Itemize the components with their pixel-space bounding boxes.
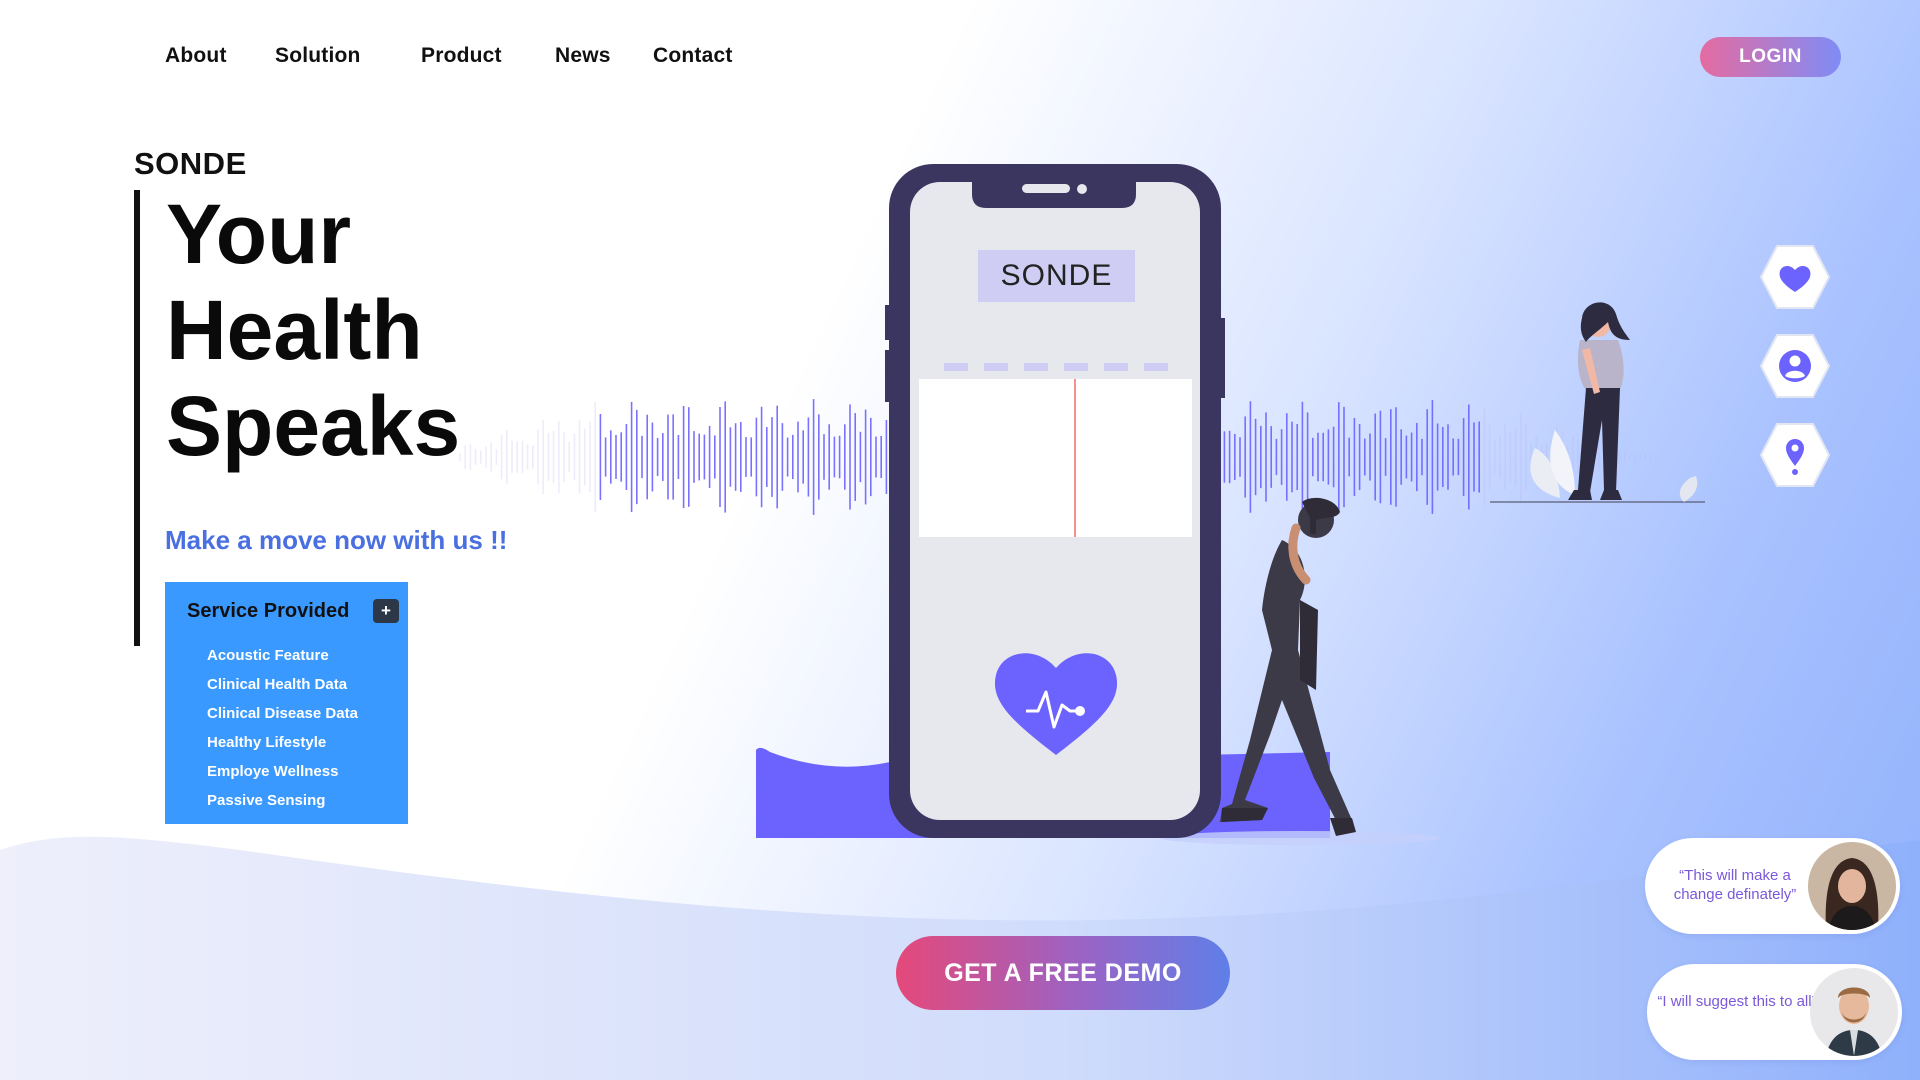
standing-woman-illustration <box>1490 302 1705 503</box>
location-pin-icon[interactable] <box>1759 422 1831 488</box>
get-free-demo-button[interactable]: GET A FREE DEMO <box>896 936 1230 1010</box>
testimonial-quote: “This will make a change definately” <box>1673 867 1797 903</box>
testimonial-card: “I will suggest this to all” <box>1647 964 1902 1060</box>
avatar <box>1808 842 1896 930</box>
testimonial-card: “This will make a change definately” <box>1645 838 1900 934</box>
avatar <box>1810 968 1898 1056</box>
testimonial-quote: “I will suggest this to all” <box>1657 993 1817 1010</box>
hero-illustration <box>459 164 1705 845</box>
phone-screen-label: SONDE <box>1000 259 1113 292</box>
heart-icon[interactable] <box>1759 244 1831 310</box>
user-icon[interactable] <box>1759 333 1831 399</box>
